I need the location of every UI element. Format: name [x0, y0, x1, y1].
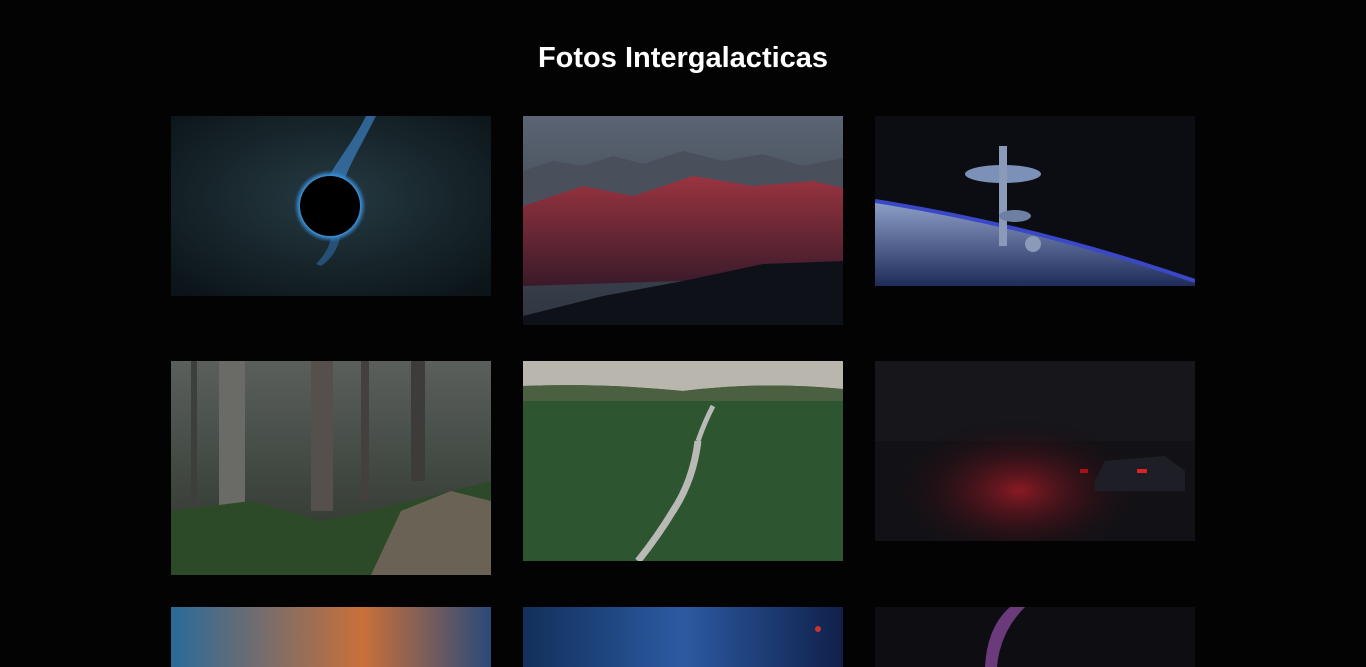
photo-planet-earth[interactable]	[171, 607, 491, 667]
photo-forest-road[interactable]	[523, 361, 843, 561]
photo-black-hole[interactable]	[171, 116, 491, 296]
photo-dark-car-smoke[interactable]	[875, 361, 1195, 541]
photo-purple-planet[interactable]	[875, 607, 1195, 667]
photo-space-station[interactable]	[875, 116, 1195, 286]
photo-misty-forest[interactable]	[171, 361, 491, 575]
photo-gallery	[0, 0, 1366, 667]
photo-nebula[interactable]	[523, 607, 843, 667]
photo-red-mountains[interactable]	[523, 116, 843, 325]
